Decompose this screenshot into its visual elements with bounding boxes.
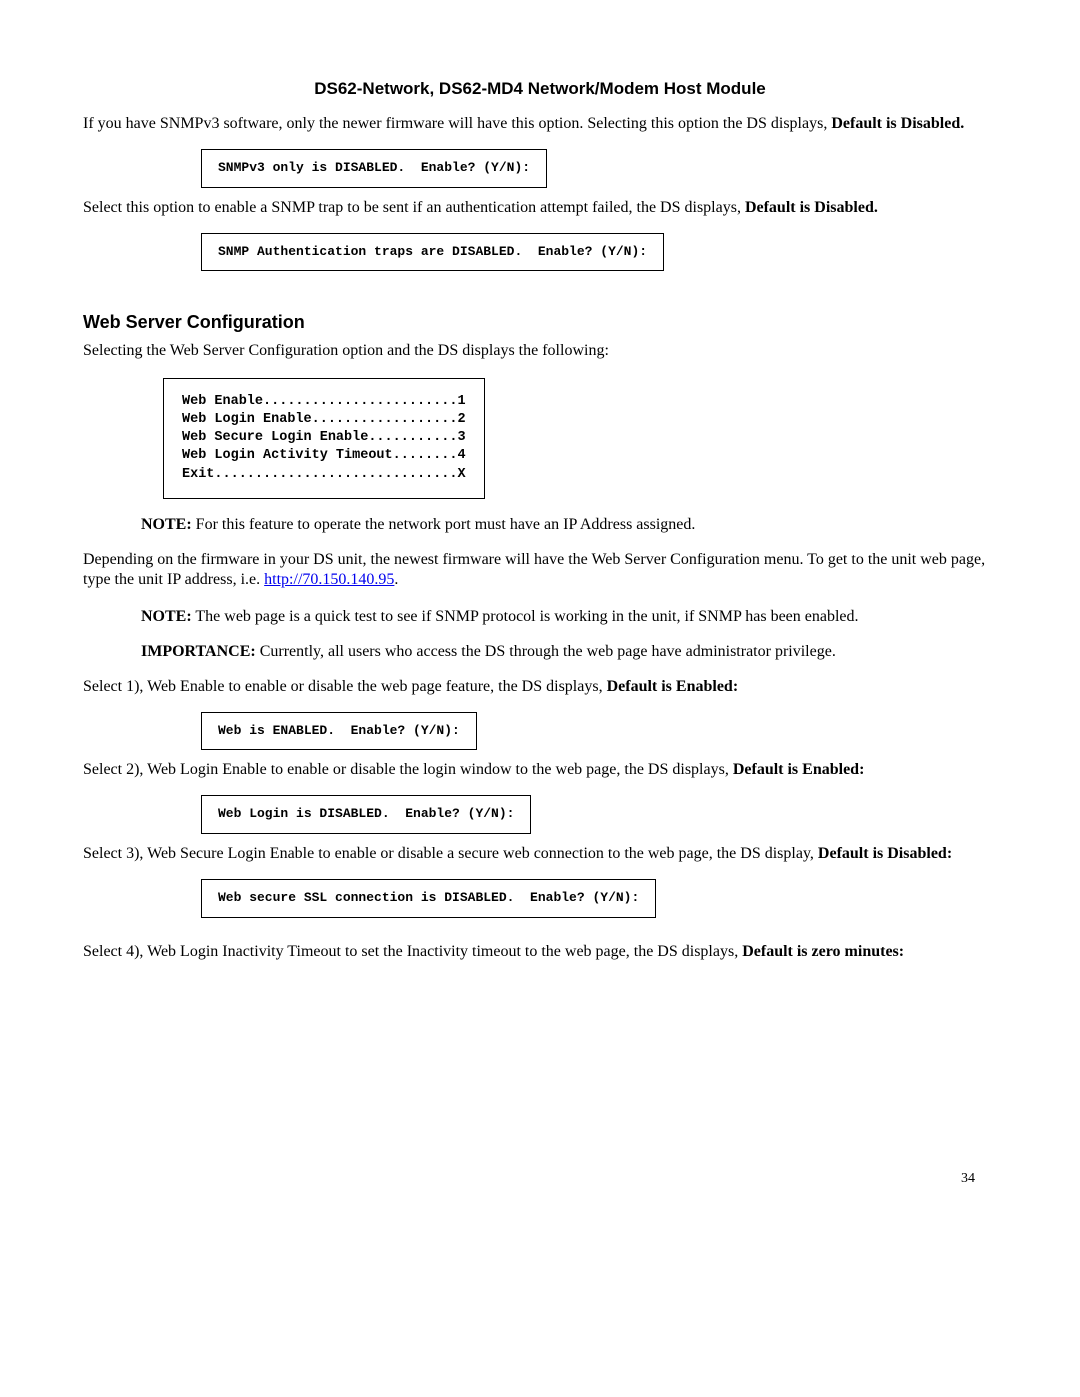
note-label: NOTE: — [141, 516, 192, 533]
box-snmp-auth-prompt: SNMP Authentication traps are DISABLED. … — [201, 233, 664, 272]
note-snmp-test: NOTE: The web page is a quick test to se… — [141, 607, 987, 628]
paragraph-snmpv3-intro: If you have SNMPv3 software, only the ne… — [83, 114, 997, 135]
paragraph-select-1: Select 1), Web Enable to enable or disab… — [83, 677, 997, 698]
note-label: NOTE: — [141, 608, 192, 625]
default-disabled-text: Default is Disabled. — [745, 199, 878, 216]
section-heading-web-server: Web Server Configuration — [83, 311, 997, 334]
text: Select 3), Web Secure Login Enable to en… — [83, 845, 818, 862]
paragraph-select-3: Select 3), Web Secure Login Enable to en… — [83, 844, 997, 865]
box-web-login-prompt: Web Login is DISABLED. Enable? (Y/N): — [201, 795, 531, 834]
page-title: DS62-Network, DS62-MD4 Network/Modem Hos… — [83, 78, 997, 100]
ip-address-link[interactable]: http://70.150.140.95 — [264, 571, 394, 588]
default-enabled-text: Default is Enabled: — [607, 678, 739, 695]
note-ip-address: NOTE: For this feature to operate the ne… — [141, 515, 987, 536]
box-snmpv3-prompt: SNMPv3 only is DISABLED. Enable? (Y/N): — [201, 149, 547, 188]
importance-note: IMPORTANCE: Currently, all users who acc… — [141, 642, 987, 663]
text: Select 1), Web Enable to enable or disab… — [83, 678, 607, 695]
text: . — [394, 571, 398, 588]
default-disabled-text: Default is Disabled: — [818, 845, 952, 862]
text: If you have SNMPv3 software, only the ne… — [83, 115, 831, 132]
default-zero-text: Default is zero minutes: — [742, 943, 904, 960]
paragraph-select-2: Select 2), Web Login Enable to enable or… — [83, 760, 997, 781]
note-text: The web page is a quick test to see if S… — [192, 608, 859, 625]
importance-label: IMPORTANCE: — [141, 643, 256, 660]
text: Select this option to enable a SNMP trap… — [83, 199, 745, 216]
note-text: For this feature to operate the network … — [192, 516, 696, 533]
box-web-ssl-prompt: Web secure SSL connection is DISABLED. E… — [201, 879, 656, 918]
text: Depending on the firmware in your DS uni… — [83, 551, 985, 589]
importance-text: Currently, all users who access the DS t… — [256, 643, 836, 660]
paragraph-select-4: Select 4), Web Login Inactivity Timeout … — [83, 942, 997, 963]
default-disabled-text: Default is Disabled. — [831, 115, 964, 132]
text: Select 4), Web Login Inactivity Timeout … — [83, 943, 742, 960]
box-web-enabled-prompt: Web is ENABLED. Enable? (Y/N): — [201, 712, 477, 751]
paragraph-web-server-intro: Selecting the Web Server Configuration o… — [83, 341, 997, 362]
page-number: 34 — [961, 1170, 975, 1188]
default-enabled-text: Default is Enabled: — [733, 761, 865, 778]
paragraph-firmware-info: Depending on the firmware in your DS uni… — [83, 550, 997, 592]
box-web-server-menu: Web Enable........................1 Web … — [163, 378, 485, 499]
paragraph-snmp-trap: Select this option to enable a SNMP trap… — [83, 198, 997, 219]
text: Select 2), Web Login Enable to enable or… — [83, 761, 733, 778]
